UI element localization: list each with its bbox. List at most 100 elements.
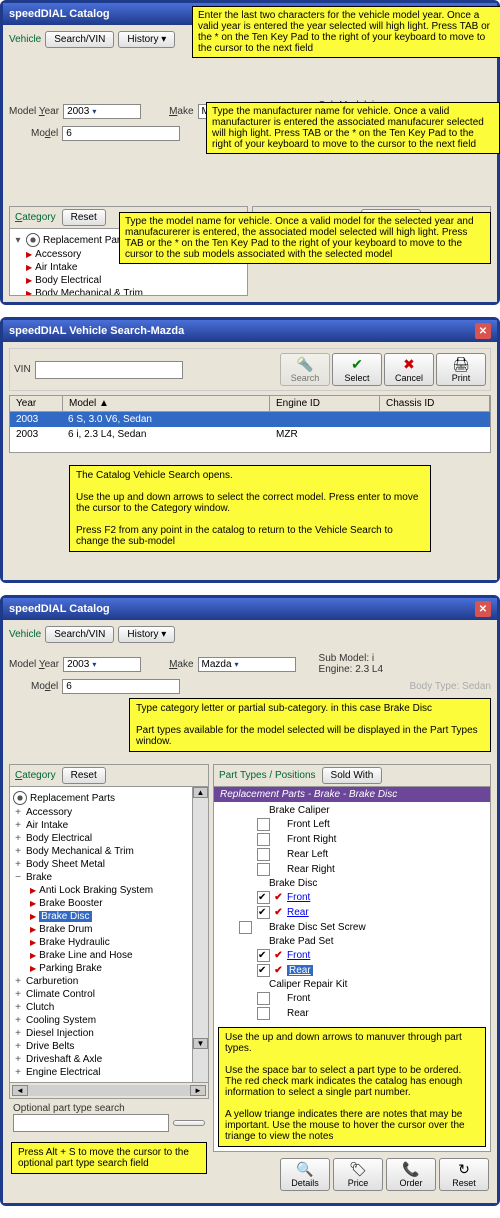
select-button[interactable]: ✔Select <box>332 353 382 386</box>
search-vin-button[interactable]: Search/VIN <box>45 626 114 643</box>
vin-label: VIN <box>14 364 31 375</box>
checkbox[interactable] <box>239 921 252 934</box>
checkbox[interactable] <box>257 848 270 861</box>
titlebar: speedDIAL Vehicle Search-Mazda ✕ <box>3 320 497 342</box>
engine-text: Engine: 2.3 L4 <box>319 664 384 675</box>
category-label: Category <box>15 770 56 781</box>
parttype-row[interactable]: Brake Disc <box>218 877 486 890</box>
refresh-icon: ↻ <box>458 1161 470 1178</box>
parttype-label: Front <box>287 950 310 961</box>
model-combo[interactable]: 6 <box>62 126 180 141</box>
parttype-label: Brake Caliper <box>269 805 330 816</box>
parttype-label: Front Left <box>287 819 330 830</box>
reset-button[interactable]: ↻Reset <box>439 1158 489 1191</box>
category-panel-head: Category Reset <box>9 764 209 787</box>
category-tooltip: Type category letter or partial sub-cate… <box>129 698 491 752</box>
gear-icon <box>13 791 27 805</box>
catalog-window-full: speedDIAL Catalog ✕ Vehicle Search/VIN H… <box>0 595 500 1206</box>
checkbox[interactable] <box>257 1007 270 1020</box>
parttype-row[interactable]: Front <box>218 991 486 1006</box>
parttype-row[interactable]: Rear Right <box>218 862 486 877</box>
checkbox[interactable] <box>257 818 270 831</box>
reset-button[interactable]: Reset <box>62 209 106 226</box>
reset-button[interactable]: Reset <box>62 767 106 784</box>
vehicle-search-window: speedDIAL Vehicle Search-Mazda ✕ VIN 🔦Se… <box>0 317 500 583</box>
check-icon: ✔ <box>351 356 363 373</box>
scrollbar[interactable]: ▲▼ <box>192 787 208 1082</box>
year-combo[interactable]: 2003▾ <box>63 657 141 672</box>
parttype-row[interactable]: Front Left <box>218 817 486 832</box>
title: speedDIAL Catalog <box>9 603 110 615</box>
print-button[interactable]: 🖨Print <box>436 353 486 386</box>
catalog-window: speedDIAL Catalog ✕ Vehicle Search/VIN H… <box>0 0 500 305</box>
bodytype-text: Body Type: Sedan <box>409 681 491 692</box>
checkbox[interactable]: ✔ <box>257 906 270 919</box>
optional-search-tooltip: Press Alt + S to move the cursor to the … <box>11 1142 207 1174</box>
phone-icon: 📞 <box>402 1161 419 1178</box>
parttype-row[interactable]: Rear Left <box>218 847 486 862</box>
checkbox[interactable]: ✔ <box>257 891 270 904</box>
make-combo[interactable]: Mazda▾ <box>198 657 296 672</box>
year-label: Model Year <box>9 659 59 670</box>
parttype-row[interactable]: Brake Caliper <box>218 804 486 817</box>
year-label: Model Year <box>9 106 59 117</box>
parttype-row[interactable]: Brake Pad Set <box>218 935 486 948</box>
parttype-label: Brake Disc Set Screw <box>269 922 366 933</box>
checkbox[interactable] <box>257 833 270 846</box>
titlebar: speedDIAL Catalog ✕ <box>3 598 497 620</box>
soldwith-button[interactable]: Sold With <box>322 767 383 784</box>
search-tooltip: The Catalog Vehicle Search opens. Use th… <box>69 465 431 552</box>
cancel-button[interactable]: ✖Cancel <box>384 353 434 386</box>
parttype-row[interactable]: ✔✔Front <box>218 890 486 905</box>
vin-input[interactable] <box>35 361 183 379</box>
parttype-row[interactable]: ✔✔Rear <box>218 963 486 978</box>
parttypes-breadcrumb: Replacement Parts - Brake - Brake Disc <box>214 787 490 802</box>
scroll-left-button[interactable]: ◄ <box>12 1085 28 1096</box>
checkbox[interactable] <box>257 863 270 876</box>
parttype-row[interactable]: ✔✔Front <box>218 948 486 963</box>
parttype-label: Caliper Repair Kit <box>269 979 347 990</box>
tree-item: ▶Body Electrical <box>13 274 244 287</box>
model-combo[interactable]: 6 <box>62 679 180 694</box>
vehicle-label: Vehicle <box>9 629 41 640</box>
parttypes-label: Part Types / Positions <box>219 770 316 781</box>
optional-search-input[interactable] <box>13 1114 169 1132</box>
close-icon[interactable]: ✕ <box>475 601 491 617</box>
printer-icon: 🖨 <box>452 356 470 373</box>
checkbox[interactable]: ✔ <box>257 964 270 977</box>
parttype-row[interactable]: ✔✔Rear <box>218 905 486 920</box>
parttype-label: Front <box>287 892 310 903</box>
category-tree[interactable]: Replacement Parts +Accessory +Air Intake… <box>9 787 209 1083</box>
col-chassis[interactable]: Chassis ID <box>380 396 490 411</box>
optional-search-go-button[interactable] <box>173 1120 205 1126</box>
scroll-right-button[interactable]: ► <box>190 1085 206 1096</box>
checkmark-icon: ✔ <box>273 950 284 961</box>
price-button[interactable]: 🏷Price <box>333 1158 383 1191</box>
parttype-label: Rear <box>287 965 313 976</box>
col-year[interactable]: Year <box>10 396 63 411</box>
col-model[interactable]: Model ▲ <box>63 396 270 411</box>
parttype-label: Rear <box>287 1008 309 1019</box>
vehicle-label: Vehicle <box>9 34 41 45</box>
tag-icon: 🏷 <box>349 1161 367 1178</box>
history-button[interactable]: History ▾ <box>118 626 175 643</box>
parttype-row[interactable]: Rear <box>218 1006 486 1021</box>
checkbox[interactable] <box>257 992 270 1005</box>
order-button[interactable]: 📞Order <box>386 1158 436 1191</box>
make-label: Make <box>169 106 193 117</box>
title: speedDIAL Vehicle Search-Mazda <box>9 325 184 337</box>
parttype-label: Brake Disc <box>269 878 317 889</box>
search-vin-button[interactable]: Search/VIN <box>45 31 114 48</box>
parttype-row[interactable]: Caliper Repair Kit <box>218 978 486 991</box>
details-button[interactable]: 🔍Details <box>280 1158 330 1191</box>
parttype-label: Rear Left <box>287 849 328 860</box>
close-icon[interactable]: ✕ <box>475 323 491 339</box>
col-engine[interactable]: Engine ID <box>270 396 380 411</box>
table-row[interactable]: 2003 6 S, 3.0 V6, Sedan <box>10 412 490 427</box>
history-button[interactable]: History ▾ <box>118 31 175 48</box>
parttype-row[interactable]: Front Right <box>218 832 486 847</box>
year-combo[interactable]: 2003▾ <box>63 104 141 119</box>
checkbox[interactable]: ✔ <box>257 949 270 962</box>
table-row[interactable]: 2003 6 i, 2.3 L4, Sedan MZR <box>10 427 490 442</box>
parttype-row[interactable]: Brake Disc Set Screw <box>218 920 486 935</box>
